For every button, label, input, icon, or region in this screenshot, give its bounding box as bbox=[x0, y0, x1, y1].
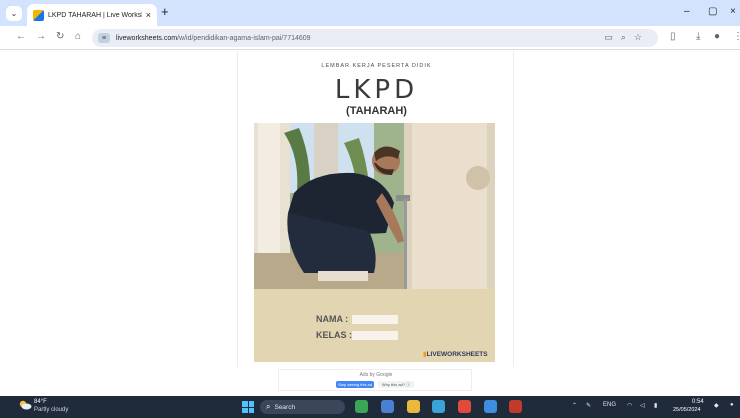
zoom-icon[interactable]: ⌕ bbox=[621, 32, 634, 42]
wudu-photo bbox=[254, 123, 495, 289]
cast-icon[interactable]: ▭ bbox=[604, 32, 621, 42]
browser-menu-icon[interactable]: ⋮ bbox=[733, 31, 740, 42]
close-window-button[interactable]: × bbox=[730, 6, 736, 17]
tray-language[interactable]: ENG bbox=[603, 402, 616, 408]
wifi-icon[interactable]: ◠ bbox=[627, 402, 632, 409]
wudu-illustration bbox=[254, 123, 495, 289]
kelas-input[interactable] bbox=[352, 331, 398, 340]
home-icon[interactable]: ⌂ bbox=[75, 31, 81, 43]
volume-icon[interactable]: ◁ bbox=[640, 402, 645, 409]
battery-icon[interactable]: ▮ bbox=[654, 402, 657, 409]
notification-bell-icon[interactable]: ◆ bbox=[714, 402, 719, 409]
browser-tab-active[interactable]: LKPD TAHARAH | Live Workshe × bbox=[27, 4, 157, 26]
windows-taskbar: 84°F Partly cloudy ⌕ Search ⌃ ✎ ENG ◠ ◁ … bbox=[0, 396, 740, 418]
tray-overflow-icon[interactable]: ⌃ bbox=[572, 402, 577, 409]
omnibox-actions: ▭⌕☆ bbox=[604, 32, 650, 43]
ad-banner: Ads by Google Stop seeing this ad Why th… bbox=[278, 369, 472, 391]
forward-arrow-icon[interactable]: → bbox=[36, 31, 46, 43]
weather-temperature: 84°F bbox=[34, 399, 47, 405]
worksheet-page: LEMBAR KERJA PESERTA DIDIK LKPD (TAHARAH… bbox=[237, 51, 514, 367]
url-path: /w/id/pendidikan-agama-islam-pai/7714609 bbox=[177, 34, 311, 42]
windows-start-icon[interactable] bbox=[242, 401, 254, 413]
taskbar-app-powerpoint-icon[interactable] bbox=[509, 400, 522, 413]
bookmark-star-icon[interactable]: ☆ bbox=[634, 32, 650, 42]
ad-label: Ads by Google bbox=[359, 372, 393, 378]
back-arrow-icon[interactable]: ← bbox=[16, 31, 26, 43]
url-text: liveworksheets.com/w/id/pendidikan-agama… bbox=[116, 35, 311, 42]
stop-ad-button[interactable]: Stop seeing this ad bbox=[336, 381, 374, 388]
nama-label: NAMA : bbox=[316, 314, 349, 324]
maximize-button[interactable]: ▢ bbox=[708, 6, 717, 17]
worksheet-title: LKPD bbox=[334, 75, 419, 105]
browser-toolbar: ← → ↻ ⌂ ≡ liveworksheets.com/w/id/pendid… bbox=[0, 26, 740, 50]
search-icon: ⌕ bbox=[266, 402, 271, 411]
tray-pen-icon[interactable]: ✎ bbox=[586, 402, 591, 409]
url-host: liveworksheets.com bbox=[116, 34, 178, 42]
site-info-icon[interactable]: ≡ bbox=[98, 33, 110, 43]
profile-avatar-icon[interactable]: ● bbox=[714, 31, 720, 42]
download-icon[interactable]: ⤓ bbox=[696, 31, 700, 42]
tab-close-icon[interactable]: × bbox=[146, 10, 151, 20]
taskbar-app-file-explorer-icon[interactable] bbox=[407, 400, 420, 413]
taskbar-app-store-icon[interactable] bbox=[432, 400, 445, 413]
web-page: LEMBAR KERJA PESERTA DIDIK LKPD (TAHARAH… bbox=[0, 51, 740, 367]
taskbar-app-word-icon[interactable] bbox=[484, 400, 497, 413]
kelas-label: KELAS : bbox=[316, 330, 352, 340]
clock-time[interactable]: 0:54 bbox=[692, 399, 704, 405]
liveworksheets-brand: ▮LIVEWORKSHEETS bbox=[423, 350, 488, 358]
reload-icon[interactable]: ↻ bbox=[56, 31, 64, 43]
liveworksheets-favicon-icon bbox=[33, 9, 44, 21]
partly-cloudy-icon[interactable] bbox=[18, 400, 32, 410]
taskbar-app-widgets-icon[interactable] bbox=[355, 400, 368, 413]
weather-description: Partly cloudy bbox=[34, 407, 69, 413]
taskbar-app-teams-icon[interactable] bbox=[381, 400, 394, 413]
screen: ⌄ LKPD TAHARAH | Live Workshe × + – ▢ × … bbox=[0, 0, 740, 418]
copilot-icon[interactable]: ● bbox=[730, 402, 734, 408]
address-bar[interactable]: ≡ liveworksheets.com/w/id/pendidikan-aga… bbox=[92, 29, 658, 47]
worksheet-subtitle: LEMBAR KERJA PESERTA DIDIK bbox=[321, 63, 432, 69]
tab-title: LKPD TAHARAH | Live Workshe bbox=[48, 11, 142, 19]
nama-input[interactable] bbox=[352, 315, 398, 324]
extensions-icon[interactable]: ▯ bbox=[670, 31, 676, 42]
tab-search-button[interactable]: ⌄ bbox=[6, 6, 22, 21]
search-label: Search bbox=[274, 403, 296, 411]
brand-text: LIVEWORKSHEETS bbox=[426, 351, 488, 358]
taskbar-search[interactable]: ⌕ Search bbox=[260, 400, 345, 414]
taskbar-app-chrome-icon[interactable] bbox=[458, 400, 471, 413]
clock-date[interactable]: 25/05/2024 bbox=[673, 407, 701, 413]
why-ad-button[interactable]: Why this ad? ⓘ bbox=[378, 381, 414, 388]
chevron-down-icon: ⌄ bbox=[10, 9, 18, 18]
worksheet-topic: (TAHARAH) bbox=[346, 105, 407, 117]
new-tab-button[interactable]: + bbox=[161, 5, 169, 19]
browser-tab-strip: ⌄ LKPD TAHARAH | Live Workshe × + – ▢ × bbox=[0, 0, 740, 26]
minimize-button[interactable]: – bbox=[684, 6, 690, 17]
